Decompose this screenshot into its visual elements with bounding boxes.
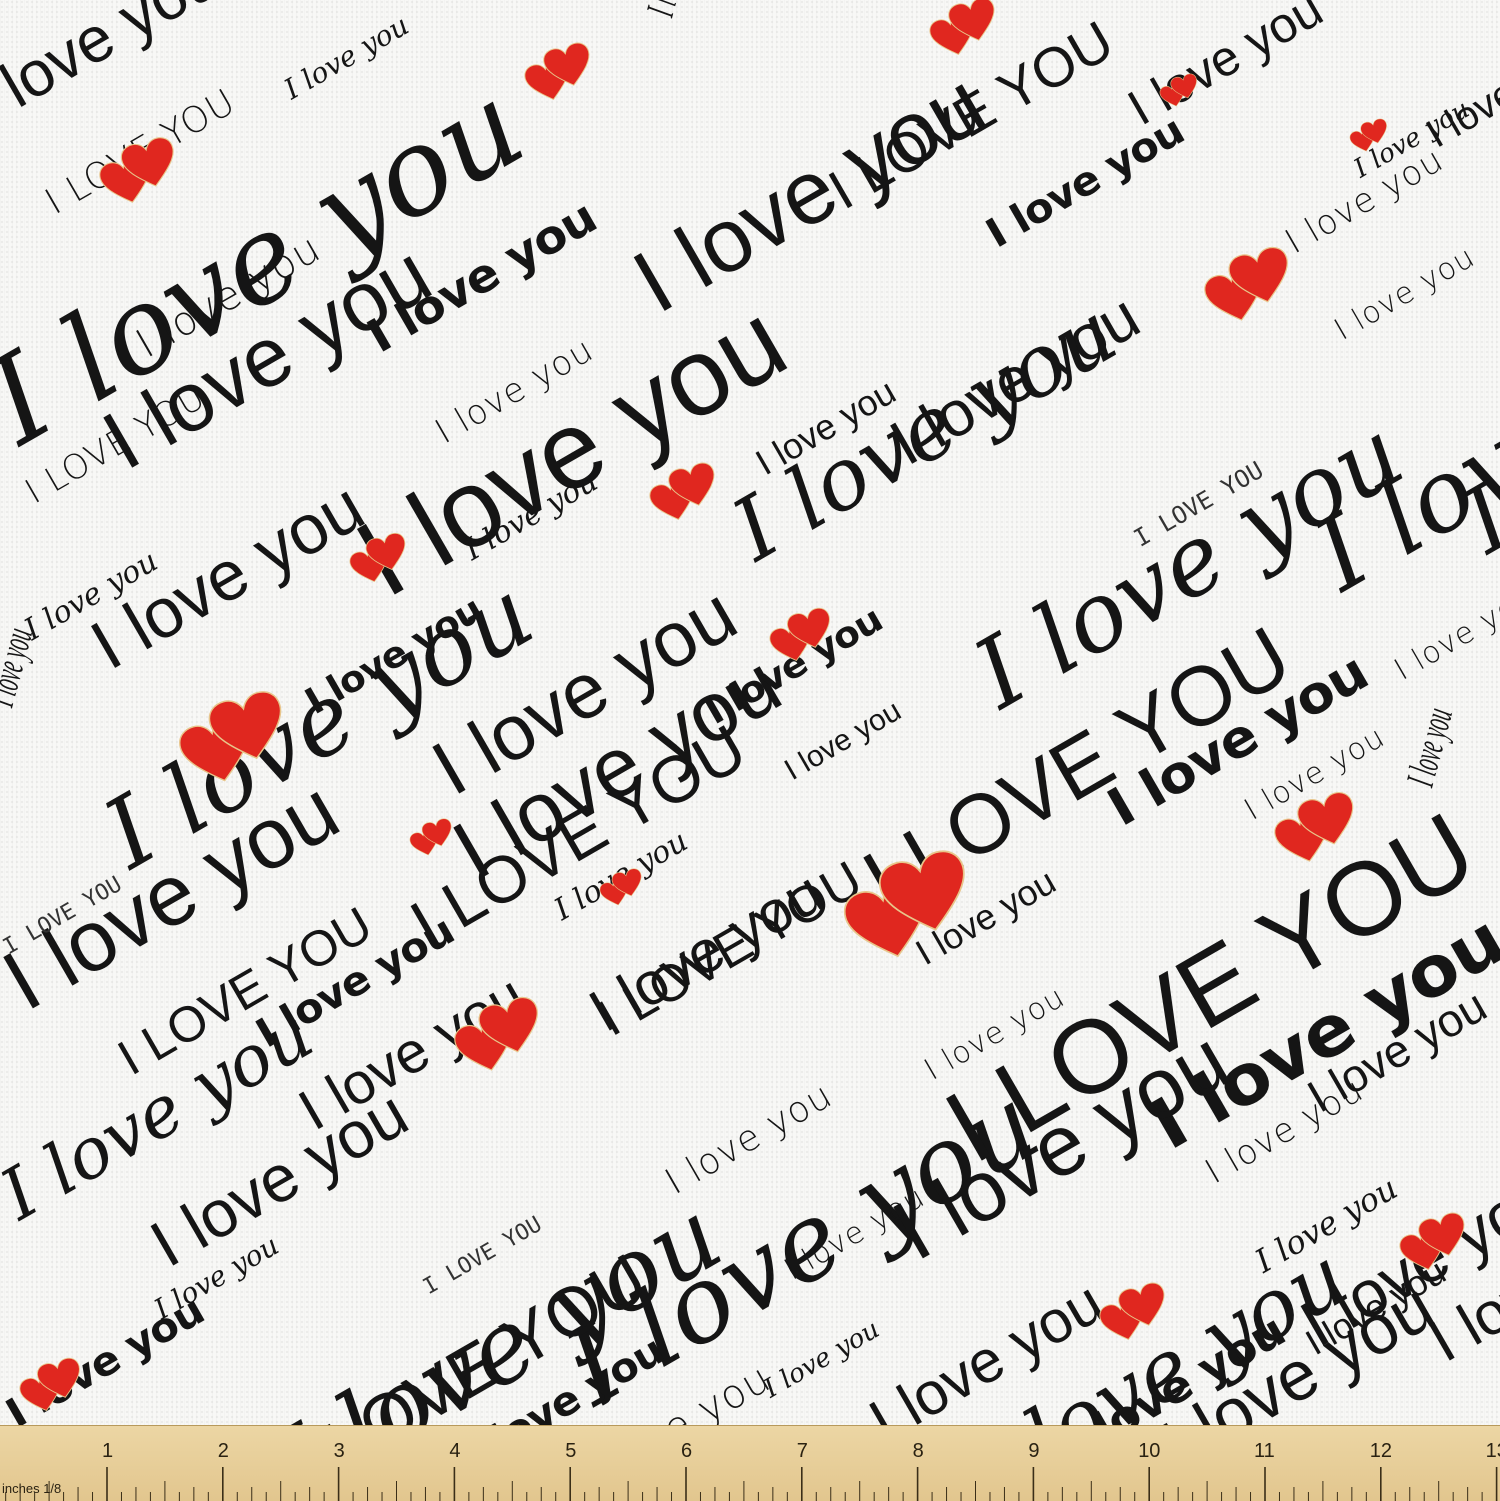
- ruler-number: 8: [912, 1440, 924, 1462]
- ruler-number: 2: [217, 1440, 229, 1462]
- ruler-ticks: [5, 1467, 1498, 1501]
- ruler-number: 9: [1028, 1440, 1040, 1462]
- ruler-number: 1: [102, 1440, 114, 1462]
- ruler-number: 13: [1485, 1440, 1500, 1462]
- ruler-unit-label: inches 1/8: [2, 1481, 62, 1496]
- ruler-number: 5: [565, 1440, 577, 1462]
- i-love-you-phrase: I love you: [1388, 579, 1500, 688]
- fabric-print: I love youI love youI love youI LOVE YOU…: [0, 0, 1500, 1425]
- ruler-number: 7: [796, 1440, 808, 1462]
- double-heart-icon: [524, 42, 590, 100]
- ruler-number: 6: [681, 1440, 693, 1462]
- double-heart-icon: [1204, 246, 1288, 321]
- i-love-you-phrase: I love you: [779, 694, 907, 787]
- ruler-number: 11: [1254, 1440, 1275, 1462]
- i-love-you-phrase: I love you: [978, 107, 1192, 258]
- ruler-number: 3: [333, 1440, 345, 1462]
- i-love-you-phrase: I love you: [637, 0, 701, 21]
- ruler-number: 12: [1369, 1440, 1393, 1462]
- i-love-you-phrase: I love you: [278, 8, 415, 106]
- i-love-you-phrase: I love you: [1328, 239, 1482, 348]
- i-love-you-phrase: I love you: [1397, 703, 1461, 791]
- i-love-you-phrase: I love you: [1118, 0, 1332, 136]
- ruler-number: 4: [449, 1440, 461, 1462]
- double-heart-icon: [929, 0, 995, 55]
- ruler-number: 10: [1138, 1440, 1161, 1462]
- measuring-ruler: inches 1/8 12345678910111213: [0, 1425, 1500, 1501]
